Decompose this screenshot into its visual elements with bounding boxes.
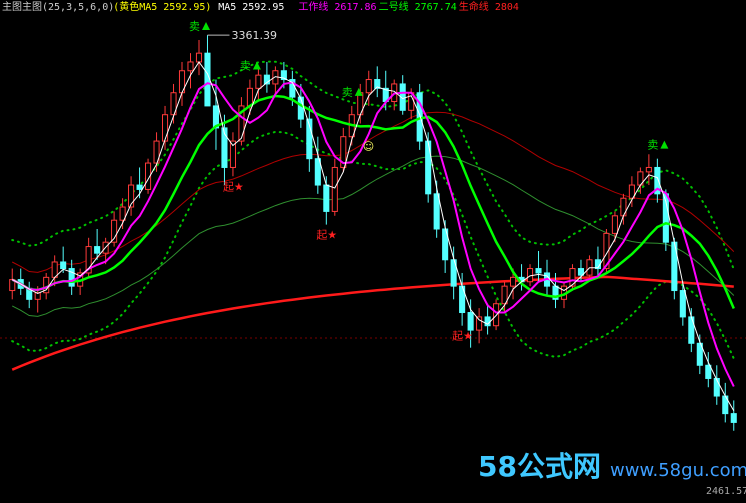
sell-arrow <box>660 140 669 149</box>
candle-body <box>136 184 143 190</box>
watermark-brand: 58公式网 <box>478 450 601 483</box>
header-item-1: (黄色MA5 2592.95) <box>113 0 211 13</box>
candle <box>9 268 16 300</box>
candle-body <box>331 166 338 212</box>
candle-body <box>730 413 737 423</box>
start-signal: 起★ <box>316 229 337 242</box>
candle-body <box>467 312 474 331</box>
candle <box>569 264 576 291</box>
watermark-url: www.58gu.com <box>610 460 746 481</box>
header-item-3: 工作线 2617.86 <box>298 0 376 13</box>
candle-body <box>535 268 542 274</box>
candle <box>518 264 525 291</box>
start-signal: 起★ <box>452 330 473 343</box>
candle <box>68 259 75 295</box>
candle <box>450 246 457 300</box>
candle-body <box>255 74 262 89</box>
candle <box>128 176 135 216</box>
candle-body <box>679 290 686 318</box>
candle <box>654 158 661 203</box>
candle-body <box>161 114 169 142</box>
candle <box>611 211 618 243</box>
candle <box>722 382 729 423</box>
candle <box>187 53 194 89</box>
candle <box>255 66 262 102</box>
header-item-2: MA5 2592.95 <box>218 2 284 13</box>
candle-body <box>323 184 330 212</box>
sell-signal: 卖 <box>342 86 353 99</box>
candle <box>26 281 33 309</box>
candle <box>399 75 406 115</box>
candle-body <box>297 96 304 120</box>
candle <box>153 132 160 172</box>
candle <box>178 61 186 106</box>
candlestick-chart: 主图主图(25,3,5,6,0)(黄色MA5 2592.95) MA5 2592.… <box>0 0 746 497</box>
candle-body <box>433 193 440 230</box>
candle <box>195 39 203 76</box>
sell-arrow <box>201 21 210 30</box>
candle <box>119 198 126 229</box>
candle <box>374 66 381 98</box>
stock-chart-panel: 主图主图(25,3,5,6,0) (黄色MA5 2592.95) MA5 2592.… <box>0 0 746 503</box>
sell-signal: 卖 <box>189 20 200 33</box>
life-line <box>11 275 734 371</box>
candle-body <box>705 364 712 379</box>
candle-body <box>645 166 652 173</box>
candle <box>730 400 737 431</box>
candle-body <box>60 261 67 270</box>
peak-price-label: 3361.39 <box>231 29 277 42</box>
sell-arrow <box>252 61 261 70</box>
ma-mid-line <box>11 81 735 387</box>
sell-arrow <box>354 87 363 96</box>
candle <box>671 237 678 300</box>
candle-body <box>365 79 372 94</box>
candle-body <box>425 140 432 195</box>
low-price-label: 2461.57 <box>706 486 746 497</box>
indicator-header: 主图主图(25,3,5,6,0)(黄色MA5 2592.95) MA5 2592.… <box>2 0 519 13</box>
header-item-4: 二号线 2767.74 <box>379 0 457 13</box>
watermark: 58公式网 www.58gu.com <box>478 450 746 483</box>
candle-body <box>611 215 618 234</box>
life-line-path <box>11 275 734 371</box>
candle <box>263 61 270 93</box>
candle <box>111 211 118 247</box>
sell-signal: 卖 <box>240 60 251 73</box>
header-item-0: 主图主图(25,3,5,6,0) <box>2 1 114 13</box>
candle <box>493 299 500 331</box>
moving-averages <box>11 61 735 411</box>
candle-body <box>94 246 101 254</box>
candle <box>246 79 253 115</box>
header-item-5: 生命线 2804 <box>459 0 519 13</box>
candle-body <box>187 61 194 72</box>
channel-upper-line <box>11 111 735 273</box>
candle-body <box>195 52 203 63</box>
candle <box>586 255 593 278</box>
candle <box>484 303 491 335</box>
candle-body <box>493 303 500 327</box>
candle-body <box>510 276 517 287</box>
candle <box>535 250 542 282</box>
candle <box>645 154 652 186</box>
candle <box>637 167 644 194</box>
sell-signal: 卖 <box>647 139 658 152</box>
candle <box>229 132 236 177</box>
candle <box>688 308 695 353</box>
candle <box>306 105 313 172</box>
candle <box>713 365 720 405</box>
candle <box>314 136 321 194</box>
candle <box>662 189 669 251</box>
candle-body <box>713 377 720 397</box>
start-signal: 起★ <box>223 180 244 193</box>
smiley-icon: ☺ <box>363 140 374 153</box>
candle-body <box>476 316 483 331</box>
